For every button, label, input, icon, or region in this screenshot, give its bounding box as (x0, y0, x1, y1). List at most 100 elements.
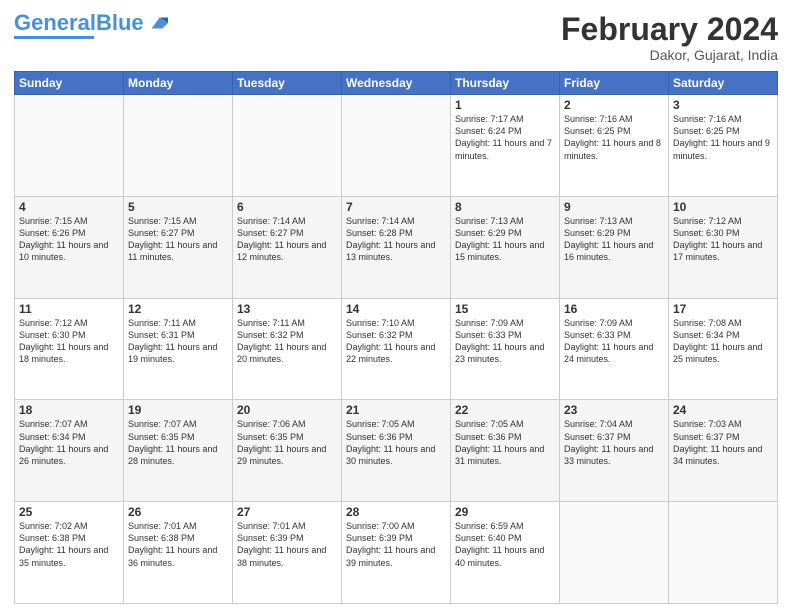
day-info: Sunrise: 7:09 AMSunset: 6:33 PMDaylight:… (564, 317, 664, 366)
day-number: 9 (564, 200, 664, 214)
day-info: Sunrise: 7:11 AMSunset: 6:31 PMDaylight:… (128, 317, 228, 366)
day-number: 7 (346, 200, 446, 214)
calendar-cell: 1Sunrise: 7:17 AMSunset: 6:24 PMDaylight… (451, 95, 560, 197)
day-info: Sunrise: 7:16 AMSunset: 6:25 PMDaylight:… (673, 113, 773, 162)
day-number: 20 (237, 403, 337, 417)
col-saturday: Saturday (669, 72, 778, 95)
day-number: 29 (455, 505, 555, 519)
day-number: 25 (19, 505, 119, 519)
day-number: 11 (19, 302, 119, 316)
day-info: Sunrise: 7:07 AMSunset: 6:34 PMDaylight:… (19, 418, 119, 467)
day-info: Sunrise: 7:05 AMSunset: 6:36 PMDaylight:… (346, 418, 446, 467)
logo-text: GeneralBlue (14, 12, 144, 34)
calendar-table: Sunday Monday Tuesday Wednesday Thursday… (14, 71, 778, 604)
calendar-cell: 3Sunrise: 7:16 AMSunset: 6:25 PMDaylight… (669, 95, 778, 197)
day-number: 18 (19, 403, 119, 417)
calendar-week-row: 18Sunrise: 7:07 AMSunset: 6:34 PMDayligh… (15, 400, 778, 502)
calendar-cell: 7Sunrise: 7:14 AMSunset: 6:28 PMDaylight… (342, 196, 451, 298)
calendar-cell: 19Sunrise: 7:07 AMSunset: 6:35 PMDayligh… (124, 400, 233, 502)
day-info: Sunrise: 7:01 AMSunset: 6:39 PMDaylight:… (237, 520, 337, 569)
calendar-cell: 15Sunrise: 7:09 AMSunset: 6:33 PMDayligh… (451, 298, 560, 400)
calendar-cell: 28Sunrise: 7:00 AMSunset: 6:39 PMDayligh… (342, 502, 451, 604)
col-friday: Friday (560, 72, 669, 95)
logo: GeneralBlue (14, 12, 168, 39)
day-info: Sunrise: 7:07 AMSunset: 6:35 PMDaylight:… (128, 418, 228, 467)
calendar-cell: 4Sunrise: 7:15 AMSunset: 6:26 PMDaylight… (15, 196, 124, 298)
day-number: 1 (455, 98, 555, 112)
calendar-cell: 17Sunrise: 7:08 AMSunset: 6:34 PMDayligh… (669, 298, 778, 400)
day-number: 2 (564, 98, 664, 112)
day-number: 27 (237, 505, 337, 519)
calendar-cell: 18Sunrise: 7:07 AMSunset: 6:34 PMDayligh… (15, 400, 124, 502)
calendar-cell: 24Sunrise: 7:03 AMSunset: 6:37 PMDayligh… (669, 400, 778, 502)
calendar-cell: 29Sunrise: 6:59 AMSunset: 6:40 PMDayligh… (451, 502, 560, 604)
calendar-cell (233, 95, 342, 197)
page: GeneralBlue February 2024 Dakor, Gujarat… (0, 0, 792, 612)
calendar-week-row: 1Sunrise: 7:17 AMSunset: 6:24 PMDaylight… (15, 95, 778, 197)
day-info: Sunrise: 7:17 AMSunset: 6:24 PMDaylight:… (455, 113, 555, 162)
day-info: Sunrise: 7:12 AMSunset: 6:30 PMDaylight:… (673, 215, 773, 264)
col-sunday: Sunday (15, 72, 124, 95)
day-info: Sunrise: 7:02 AMSunset: 6:38 PMDaylight:… (19, 520, 119, 569)
day-number: 5 (128, 200, 228, 214)
day-info: Sunrise: 7:13 AMSunset: 6:29 PMDaylight:… (455, 215, 555, 264)
day-info: Sunrise: 7:14 AMSunset: 6:28 PMDaylight:… (346, 215, 446, 264)
calendar-cell (342, 95, 451, 197)
day-info: Sunrise: 7:03 AMSunset: 6:37 PMDaylight:… (673, 418, 773, 467)
logo-icon (146, 12, 168, 34)
calendar-cell: 5Sunrise: 7:15 AMSunset: 6:27 PMDaylight… (124, 196, 233, 298)
calendar-cell: 27Sunrise: 7:01 AMSunset: 6:39 PMDayligh… (233, 502, 342, 604)
day-info: Sunrise: 7:16 AMSunset: 6:25 PMDaylight:… (564, 113, 664, 162)
calendar-cell (124, 95, 233, 197)
col-monday: Monday (124, 72, 233, 95)
day-number: 12 (128, 302, 228, 316)
calendar-cell: 11Sunrise: 7:12 AMSunset: 6:30 PMDayligh… (15, 298, 124, 400)
calendar-cell: 12Sunrise: 7:11 AMSunset: 6:31 PMDayligh… (124, 298, 233, 400)
header: GeneralBlue February 2024 Dakor, Gujarat… (14, 12, 778, 63)
day-number: 28 (346, 505, 446, 519)
day-info: Sunrise: 7:00 AMSunset: 6:39 PMDaylight:… (346, 520, 446, 569)
day-number: 21 (346, 403, 446, 417)
day-number: 23 (564, 403, 664, 417)
calendar-cell: 10Sunrise: 7:12 AMSunset: 6:30 PMDayligh… (669, 196, 778, 298)
day-info: Sunrise: 7:13 AMSunset: 6:29 PMDaylight:… (564, 215, 664, 264)
calendar-cell: 13Sunrise: 7:11 AMSunset: 6:32 PMDayligh… (233, 298, 342, 400)
calendar-cell: 20Sunrise: 7:06 AMSunset: 6:35 PMDayligh… (233, 400, 342, 502)
day-number: 4 (19, 200, 119, 214)
day-info: Sunrise: 7:15 AMSunset: 6:26 PMDaylight:… (19, 215, 119, 264)
calendar-cell: 9Sunrise: 7:13 AMSunset: 6:29 PMDaylight… (560, 196, 669, 298)
calendar-week-row: 25Sunrise: 7:02 AMSunset: 6:38 PMDayligh… (15, 502, 778, 604)
day-info: Sunrise: 7:14 AMSunset: 6:27 PMDaylight:… (237, 215, 337, 264)
calendar-cell: 14Sunrise: 7:10 AMSunset: 6:32 PMDayligh… (342, 298, 451, 400)
day-number: 6 (237, 200, 337, 214)
location: Dakor, Gujarat, India (561, 47, 778, 63)
day-number: 19 (128, 403, 228, 417)
day-info: Sunrise: 7:12 AMSunset: 6:30 PMDaylight:… (19, 317, 119, 366)
calendar-cell (15, 95, 124, 197)
day-info: Sunrise: 7:04 AMSunset: 6:37 PMDaylight:… (564, 418, 664, 467)
day-number: 22 (455, 403, 555, 417)
calendar-cell: 26Sunrise: 7:01 AMSunset: 6:38 PMDayligh… (124, 502, 233, 604)
day-number: 14 (346, 302, 446, 316)
calendar-cell (560, 502, 669, 604)
calendar-week-row: 11Sunrise: 7:12 AMSunset: 6:30 PMDayligh… (15, 298, 778, 400)
calendar-cell: 21Sunrise: 7:05 AMSunset: 6:36 PMDayligh… (342, 400, 451, 502)
calendar-cell: 22Sunrise: 7:05 AMSunset: 6:36 PMDayligh… (451, 400, 560, 502)
day-number: 3 (673, 98, 773, 112)
day-info: Sunrise: 6:59 AMSunset: 6:40 PMDaylight:… (455, 520, 555, 569)
calendar-cell: 6Sunrise: 7:14 AMSunset: 6:27 PMDaylight… (233, 196, 342, 298)
calendar-cell (669, 502, 778, 604)
day-number: 8 (455, 200, 555, 214)
day-number: 24 (673, 403, 773, 417)
day-number: 15 (455, 302, 555, 316)
day-info: Sunrise: 7:10 AMSunset: 6:32 PMDaylight:… (346, 317, 446, 366)
day-info: Sunrise: 7:09 AMSunset: 6:33 PMDaylight:… (455, 317, 555, 366)
day-number: 10 (673, 200, 773, 214)
calendar-cell: 23Sunrise: 7:04 AMSunset: 6:37 PMDayligh… (560, 400, 669, 502)
day-number: 16 (564, 302, 664, 316)
title-area: February 2024 Dakor, Gujarat, India (561, 12, 778, 63)
day-info: Sunrise: 7:11 AMSunset: 6:32 PMDaylight:… (237, 317, 337, 366)
day-info: Sunrise: 7:01 AMSunset: 6:38 PMDaylight:… (128, 520, 228, 569)
calendar-cell: 25Sunrise: 7:02 AMSunset: 6:38 PMDayligh… (15, 502, 124, 604)
month-title: February 2024 (561, 12, 778, 47)
